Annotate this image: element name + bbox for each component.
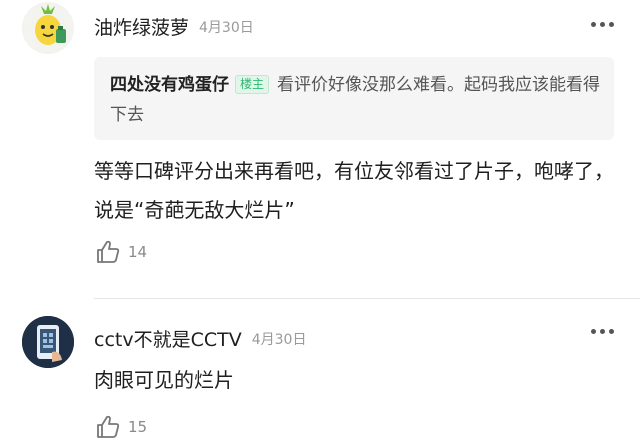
username[interactable]: 油炸绿菠萝: [94, 17, 189, 39]
op-badge: 楼主: [235, 75, 270, 94]
comment-item: 油炸绿菠萝 4月30日 四处没有鸡蛋仔 楼主 看评价好像没那么难看。起码我应该能看得下…: [0, 0, 640, 298]
user-avatar[interactable]: [22, 316, 74, 368]
pineapple-avatar-icon: [22, 2, 74, 54]
like-count: 14: [128, 243, 148, 261]
comment-header: cctv不就是CCTV 4月30日: [94, 325, 306, 352]
more-dots-icon[interactable]: [587, 18, 618, 31]
thumbs-up-icon: [97, 240, 120, 263]
quoted-reply[interactable]: 四处没有鸡蛋仔 楼主 看评价好像没那么难看。起码我应该能看得下去: [94, 57, 614, 140]
comment-text: 等等口碑评分出来再看吧，有位友邻看过了片子，咆哮了，说是“奇葩无敌大烂片”: [94, 159, 614, 222]
comment-text: 肉眼可见的烂片: [94, 368, 234, 392]
like-button[interactable]: 15: [94, 413, 147, 441]
comment-header: 油炸绿菠萝 4月30日: [94, 13, 254, 40]
more-dots-icon[interactable]: [587, 325, 618, 338]
comment-date: 4月30日: [199, 20, 254, 36]
comment-item: cctv不就是CCTV 4月30日 肉眼可见的烂片 15: [0, 299, 640, 440]
comment-date: 4月30日: [251, 332, 307, 348]
like-button[interactable]: 14: [94, 238, 147, 266]
like-count: 15: [128, 418, 148, 436]
quoted-username[interactable]: 四处没有鸡蛋仔: [110, 75, 229, 95]
username[interactable]: cctv不就是CCTV: [94, 329, 242, 351]
thumbs-up-icon: [97, 415, 120, 438]
user-avatar[interactable]: [22, 2, 74, 54]
phone-avatar-icon: [22, 316, 74, 368]
